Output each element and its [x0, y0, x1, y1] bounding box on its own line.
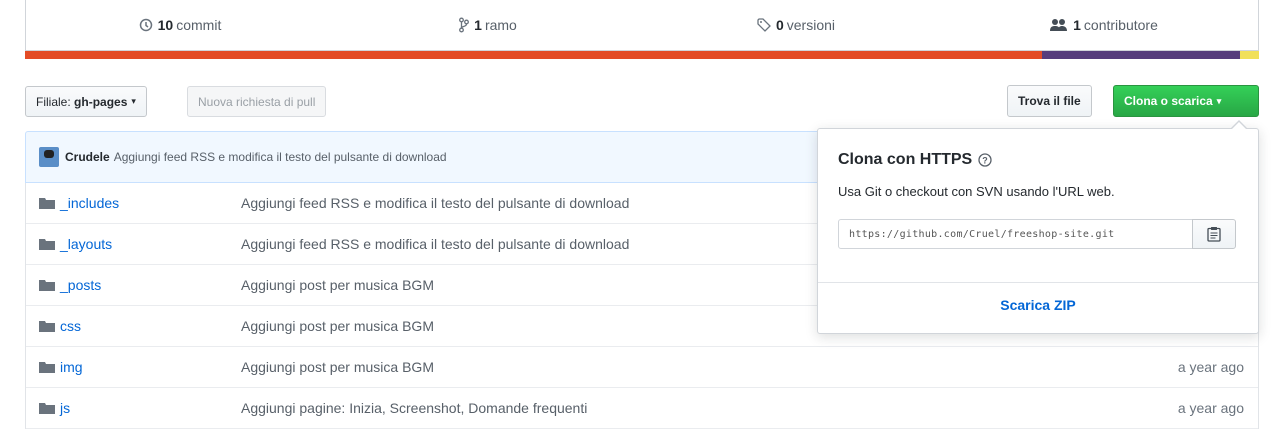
releases-count: 0	[775, 17, 784, 33]
new-pull-request-button[interactable]: Nuova richiesta di pull	[187, 86, 327, 117]
clone-download-button[interactable]: Clona o scarica ▾	[1113, 85, 1259, 117]
folder-icon	[39, 198, 55, 209]
commit-message[interactable]: Aggiungi feed RSS e modifica il testo de…	[114, 150, 447, 164]
branch-icon	[459, 17, 470, 33]
clone-url-input[interactable]	[838, 219, 1193, 249]
branch-prefix: Filiale:	[36, 94, 71, 109]
popover-divider	[818, 282, 1258, 283]
folder-icon	[39, 362, 55, 373]
language-segment[interactable]	[25, 51, 1042, 59]
people-icon	[1050, 19, 1068, 31]
file-commit-message[interactable]: Aggiungi post per musica BGM	[241, 277, 434, 293]
branch-name: gh-pages	[74, 94, 128, 109]
clone-title-text: Clona con HTTPS	[838, 151, 973, 168]
contributors-count: 1	[1073, 17, 1081, 33]
language-bar[interactable]	[25, 51, 1259, 59]
find-file-button[interactable]: Trova il file	[1007, 85, 1092, 117]
find-file-label: Trova il file	[1018, 94, 1081, 108]
clone-label: Clona o scarica	[1124, 94, 1213, 108]
clone-description: Usa Git o checkout con SVN usando l'URL …	[838, 184, 1115, 199]
file-name[interactable]: img	[60, 359, 241, 375]
file-name[interactable]: js	[60, 400, 241, 416]
new-pr-label: Nuova richiesta di pull	[198, 94, 316, 109]
file-age: a year ago	[1177, 400, 1244, 416]
file-age: a year ago	[1177, 359, 1244, 375]
clipboard-icon	[1207, 227, 1221, 242]
commit-author[interactable]: Crudele	[65, 150, 110, 164]
commits-link[interactable]: 10 commit	[26, 0, 334, 50]
file-name[interactable]: _includes	[60, 195, 241, 211]
contributors-label: contributore	[1083, 17, 1158, 33]
commits-count: 10	[157, 17, 174, 33]
commits-label: commit	[176, 17, 222, 33]
table-row: js Aggiungi pagine: Inizia, Screenshot, …	[26, 388, 1258, 429]
language-segment[interactable]	[1041, 51, 1241, 59]
releases-label: versioni	[786, 17, 836, 33]
download-zip-link[interactable]: Scarica ZIP	[818, 297, 1258, 313]
releases-link[interactable]: 0 versioni	[642, 0, 950, 50]
avatar[interactable]	[39, 147, 59, 167]
caret-down-icon: ▾	[131, 96, 136, 106]
question-icon[interactable]: ?	[978, 153, 992, 167]
file-commit-message[interactable]: Aggiungi feed RSS e modifica il testo de…	[241, 195, 629, 211]
folder-icon	[39, 321, 55, 332]
clone-popover: Clona con HTTPS ? Usa Git o checkout con…	[817, 120, 1259, 334]
file-commit-message[interactable]: Aggiungi pagine: Inizia, Screenshot, Dom…	[241, 400, 587, 416]
table-row: img Aggiungi post per musica BGM a year …	[26, 347, 1258, 388]
repo-summary: 10 commit 1 ramo 0 versioni 1 contributo…	[25, 0, 1259, 51]
file-name[interactable]: _layouts	[60, 236, 241, 252]
contributors-link[interactable]: 1 contributore	[950, 0, 1258, 50]
file-commit-message[interactable]: Aggiungi post per musica BGM	[241, 318, 434, 334]
folder-icon	[39, 403, 55, 414]
caret-down-icon: ▾	[1216, 95, 1222, 106]
file-commit-message[interactable]: Aggiungi post per musica BGM	[241, 359, 434, 375]
file-name[interactable]: css	[60, 318, 241, 334]
history-icon	[139, 18, 152, 32]
copy-url-button[interactable]	[1192, 219, 1236, 249]
clone-popover-title: Clona con HTTPS ?	[838, 151, 992, 169]
branch-select-button[interactable]: Filiale: gh-pages ▾	[25, 86, 147, 117]
svg-text:?: ?	[982, 156, 988, 166]
branches-link[interactable]: 1 ramo	[334, 0, 642, 50]
file-commit-message[interactable]: Aggiungi feed RSS e modifica il testo de…	[241, 236, 629, 252]
branches-label: ramo	[484, 17, 517, 33]
language-segment[interactable]	[1240, 51, 1259, 59]
folder-icon	[39, 239, 55, 250]
folder-icon	[39, 280, 55, 291]
tag-icon	[757, 18, 771, 32]
file-name[interactable]: _posts	[60, 277, 241, 293]
branches-count: 1	[474, 17, 482, 33]
